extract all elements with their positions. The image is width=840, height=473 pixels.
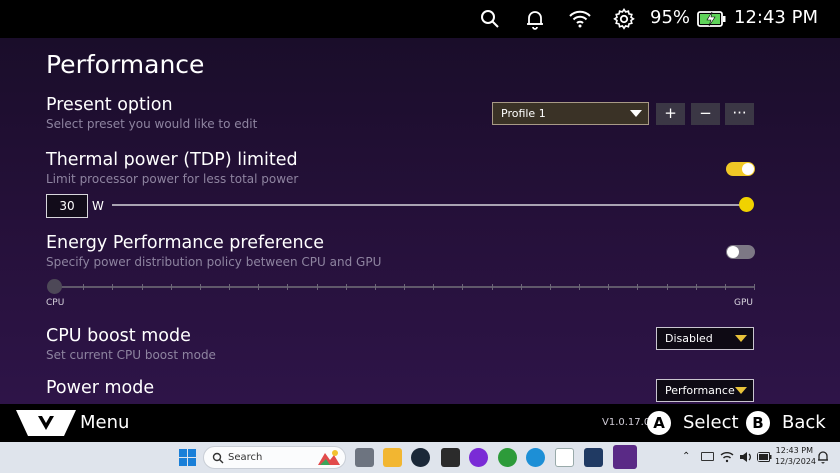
gear-icon[interactable] [612, 7, 636, 31]
wifi-icon[interactable] [720, 451, 734, 463]
back-label: Back [782, 412, 826, 433]
legion-space-icon[interactable] [613, 445, 637, 469]
epp-slider-tick [374, 284, 376, 290]
present-option-description: Select preset you would like to edit [46, 117, 258, 131]
epp-slider-thumb[interactable] [47, 279, 62, 294]
wifi-icon[interactable] [568, 7, 592, 31]
controller-hint-bar: Menu V1.0.17.0 A Select B Back [0, 404, 840, 442]
taskbar-clock[interactable]: 12:43 PM 12/3/2024 [775, 445, 817, 467]
cpu-boost-description: Set current CPU boost mode [46, 348, 216, 362]
volume-icon[interactable] [739, 451, 753, 463]
taskbar-time: 12:43 PM [775, 446, 813, 455]
epp-slider-tick [345, 284, 347, 290]
status-time: 12:43 PM [734, 7, 818, 28]
menu-button-icon[interactable] [16, 410, 76, 436]
epp-slider-tick [462, 284, 464, 290]
file-explorer-icon[interactable] [383, 448, 402, 467]
epp-slider-tick [637, 284, 639, 290]
epp-slider-tick [608, 284, 610, 290]
tdp-unit: W [92, 199, 104, 213]
task-view-icon[interactable] [355, 448, 374, 467]
battery-percent: 95% [650, 7, 691, 28]
epp-description: Specify power distribution policy betwee… [46, 255, 382, 269]
bell-icon[interactable] [523, 7, 547, 31]
epp-slider-tick [83, 284, 85, 290]
tdp-slider-track[interactable] [112, 204, 746, 206]
taskbar-date: 12/3/2024 [775, 457, 817, 466]
epp-title: Energy Performance preference [46, 233, 324, 253]
search-highlight-icon [318, 450, 340, 465]
battery-charging-icon [697, 11, 726, 27]
chevron-down-icon [630, 110, 642, 117]
keyboard-icon[interactable] [701, 452, 714, 461]
tdp-slider-thumb[interactable] [739, 197, 754, 212]
taskbar: Search ⌃ 12:43 PM 12/3/2024 [0, 442, 840, 473]
epp-slider-tick [724, 284, 726, 290]
select-label: Select [683, 412, 739, 433]
epp-slider-tick [229, 284, 230, 290]
present-option-title: Present option [46, 95, 173, 115]
epp-slider-tick [520, 284, 522, 290]
search-icon [212, 452, 224, 464]
tdp-value-input[interactable]: 30 [46, 194, 88, 218]
status-bar: 95% 12:43 PM [0, 0, 840, 38]
cpu-boost-title: CPU boost mode [46, 326, 191, 346]
epp-toggle[interactable] [726, 245, 755, 259]
epp-slider-tick [754, 284, 755, 290]
cpu-boost-select[interactable]: Disabled [656, 327, 754, 350]
add-profile-button[interactable]: + [656, 103, 685, 125]
a-button-icon[interactable]: A [647, 411, 671, 435]
tdp-toggle[interactable] [726, 162, 755, 176]
power-mode-select[interactable]: Performance [656, 379, 754, 402]
steam-icon[interactable] [411, 448, 430, 467]
power-mode-select-value: Performance [665, 384, 735, 397]
performance-panel: Performance Present option Select preset… [0, 38, 840, 404]
menu-label: Menu [80, 412, 130, 433]
app-circle-icon[interactable] [469, 448, 488, 467]
epp-slider-tick [579, 284, 580, 290]
epic-games-icon[interactable] [441, 448, 460, 467]
search-icon[interactable] [478, 7, 502, 31]
edge-icon[interactable] [526, 448, 545, 467]
epp-slider-tick [258, 284, 260, 290]
epp-slider-tick [433, 284, 435, 290]
profile-select-value: Profile 1 [501, 107, 546, 120]
epp-slider-tick [695, 284, 697, 290]
epp-slider-tick [491, 284, 493, 290]
toggle-knob [727, 246, 739, 258]
remove-profile-button[interactable]: − [691, 103, 720, 125]
app-grid-icon[interactable] [584, 448, 603, 467]
page-title: Performance [46, 50, 205, 79]
tdp-description: Limit processor power for less total pow… [46, 172, 299, 186]
profile-select[interactable]: Profile 1 [492, 102, 649, 125]
b-button-icon[interactable]: B [746, 411, 770, 435]
epp-cpu-label: CPU [46, 298, 65, 308]
epp-slider-tick [404, 284, 405, 290]
epp-slider-tick [170, 284, 172, 290]
epp-slider-tick [666, 284, 668, 290]
epp-gpu-label: GPU [734, 298, 753, 308]
toggle-knob [742, 163, 754, 175]
taskbar-search[interactable]: Search [203, 446, 346, 469]
epp-slider-tick [112, 284, 114, 290]
windows-start-icon[interactable] [178, 448, 197, 467]
taskbar-search-placeholder: Search [228, 452, 263, 463]
store-icon[interactable] [555, 448, 574, 467]
xbox-icon[interactable] [498, 448, 517, 467]
notification-bell-icon[interactable] [817, 450, 829, 464]
power-mode-title: Power mode [46, 378, 155, 398]
chevron-down-icon [735, 335, 747, 342]
battery-icon[interactable] [757, 452, 772, 462]
tdp-title: Thermal power (TDP) limited [46, 150, 298, 170]
epp-slider-tick [549, 284, 551, 290]
epp-slider-tick [141, 284, 143, 290]
app-version: V1.0.17.0 [602, 417, 651, 428]
epp-slider-tick [287, 284, 289, 290]
more-options-button[interactable]: ··· [725, 103, 754, 125]
cpu-boost-select-value: Disabled [665, 332, 713, 345]
chevron-down-icon [735, 387, 747, 394]
epp-slider-tick [316, 284, 318, 290]
epp-slider-tick [199, 284, 201, 290]
chevron-up-icon[interactable]: ⌃ [682, 451, 690, 462]
